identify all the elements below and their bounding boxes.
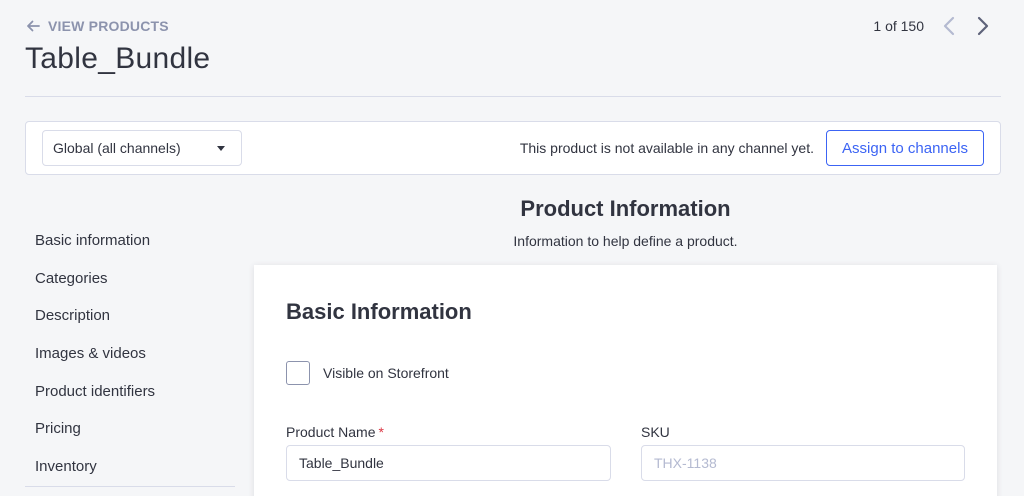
arrow-left-icon	[27, 20, 40, 32]
pager-count: 1 of 150	[873, 18, 924, 34]
sidebar-item-images-videos[interactable]: Images & videos	[35, 335, 235, 373]
required-marker: *	[378, 424, 384, 440]
sku-label: SKU	[641, 424, 670, 440]
channel-bar: Global (all channels) This product is no…	[25, 121, 1001, 175]
product-name-label: Product Name *	[286, 424, 384, 440]
back-link-label: VIEW PRODUCTS	[48, 18, 169, 34]
section-nav: Basic information Categories Description…	[35, 222, 235, 485]
section-title: Product Information	[520, 196, 731, 221]
back-to-products-link[interactable]: VIEW PRODUCTS	[26, 16, 169, 36]
previous-product-button[interactable]	[938, 14, 960, 38]
header-divider	[25, 96, 1001, 97]
caret-down-icon	[217, 146, 225, 151]
visible-on-storefront-row[interactable]: Visible on Storefront	[286, 361, 449, 385]
sidebar-item-inventory[interactable]: Inventory	[35, 448, 235, 486]
basic-information-card: Basic Information Visible on Storefront …	[254, 265, 997, 496]
sidebar-item-pricing[interactable]: Pricing	[35, 410, 235, 448]
product-edit-page: VIEW PRODUCTS Table_Bundle 1 of 150 Glob…	[0, 0, 1024, 496]
chevron-right-icon	[977, 16, 989, 36]
page-title: Table_Bundle	[25, 42, 211, 75]
visible-on-storefront-label: Visible on Storefront	[323, 365, 449, 381]
channel-select-value: Global (all channels)	[53, 140, 181, 156]
card-title: Basic Information	[286, 299, 472, 324]
product-pager: 1 of 150	[873, 14, 994, 38]
channel-select[interactable]: Global (all channels)	[42, 130, 242, 166]
next-product-button[interactable]	[972, 14, 994, 38]
sidebar-item-description[interactable]: Description	[35, 297, 235, 335]
sidebar-divider	[25, 486, 235, 487]
section-subtitle: Information to help define a product.	[513, 233, 738, 249]
sidebar-item-product-identifiers[interactable]: Product identifiers	[35, 372, 235, 410]
channel-availability-message: This product is not available in any cha…	[519, 140, 814, 156]
product-name-input[interactable]	[286, 445, 611, 481]
visible-on-storefront-checkbox[interactable]	[286, 361, 310, 385]
chevron-left-icon	[943, 16, 955, 36]
sidebar-item-categories[interactable]: Categories	[35, 260, 235, 298]
sidebar-item-basic-information[interactable]: Basic information	[35, 222, 235, 260]
product-name-label-text: Product Name	[286, 424, 376, 440]
sku-input[interactable]	[641, 445, 965, 481]
assign-to-channels-button[interactable]: Assign to channels	[826, 130, 984, 166]
